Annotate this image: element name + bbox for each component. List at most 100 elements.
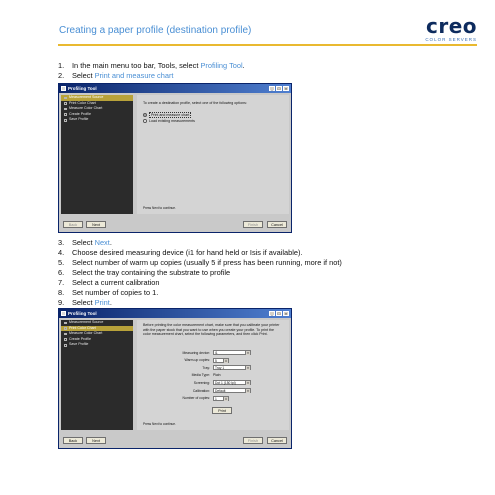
field-value: Dot 1 (150 lpi) [215,381,236,386]
step-ui-term: Profiling Tool [200,61,243,70]
press-next-hint: Press Next to continue. [143,206,176,210]
step-number: 5. [58,258,65,267]
chevron-down-icon[interactable]: ▾ [245,366,250,371]
steps-list-second: 3. Select Next. 4. Choose desired measuring… [58,238,342,308]
step-number: 7. [58,278,65,287]
finish-button[interactable]: Finish [243,437,263,444]
profiling-tool-window-print: Profiling Tool _ □ × Measurement Source P… [58,308,292,449]
field-value: 5 [215,358,217,363]
cancel-button[interactable]: Cancel [267,437,287,444]
window-controls: _ □ × [269,86,289,91]
field-value: 1 [215,396,217,401]
header-rule [58,44,477,46]
step-tail: . [109,298,112,307]
step-text: Select a current calibration [72,278,160,287]
field-row: Number of copies: 1 ⇕ [173,395,229,401]
step-number: 1. [58,61,65,70]
wizard-sidebar: Measurement Source Print Color Chart Measu… [61,320,133,430]
step-ui-term: Print [94,298,110,307]
close-icon[interactable]: × [283,311,289,316]
field-value: i1 [215,351,218,355]
logo-subtitle: COLOR SERVERS [425,37,477,42]
wizard-content: Before printing the color measurement ch… [137,320,289,430]
step-number: 2. [58,71,65,80]
page-title: Creating a paper profile (destination pr… [59,25,252,36]
step-item: 6. Select the tray containing the substra… [58,268,342,278]
window-titlebar: Profiling Tool _ □ × [59,84,291,93]
step-text: In the main menu too bar, Tools, select [72,61,201,70]
window-body: Measurement Source Print Color Chart Measu… [59,318,291,448]
window-title: Profiling Tool [68,86,97,91]
dropdown-select[interactable]: Default ▾ [213,388,251,393]
maximize-icon[interactable]: □ [276,311,282,316]
print-button[interactable]: Print [212,407,232,414]
press-next-hint: Press Next to continue. [143,422,176,426]
step-tail: . [109,238,112,247]
window-body: Measurement Source Print Color Chart Measu… [59,93,291,232]
dropdown-select[interactable]: i1 ▾ [213,350,251,355]
maximize-icon[interactable]: □ [276,86,282,91]
window-title: Profiling Tool [68,311,97,316]
step-text: Select [72,298,95,307]
sidebar-item[interactable]: Save Profile [61,342,133,348]
sidebar-item[interactable]: Save Profile [61,117,133,123]
intro-text: To create a destination profile, select … [143,101,247,105]
field-label: Warm-up copies: [184,358,211,363]
field-row: Warm-up copies: 5 ⇕ [173,357,229,363]
option-print-and-measure[interactable]: Print and measure chart [143,112,192,118]
wizard-sidebar: Measurement Source Print Color Chart Measu… [61,95,133,214]
field-value: Tray 1 [215,366,225,371]
app-icon [61,86,66,91]
field-label: Number of copies: [182,396,210,401]
spin-arrows-icon[interactable]: ⇕ [223,358,228,363]
step-text: Set number of copies to 1. [72,288,159,297]
radio-load-existing[interactable] [143,119,147,123]
field-value: Plain [213,372,221,377]
field-row: Measuring device: i1 ▾ [173,350,251,355]
spin-input[interactable]: 5 ⇕ [213,357,229,363]
step-number: 8. [58,288,65,297]
step-ui-term: Print and measure chart [94,71,174,80]
field-row: Calibration: Default ▾ [173,388,251,393]
field-label: Tray: [202,365,210,370]
steps-list-first: 1. In the main menu too bar, Tools, selec… [58,61,245,81]
next-button[interactable]: Next [86,221,106,228]
step-item: 3. Select Next. [58,238,342,248]
field-row: Screening: Dot 1 (150 lpi) ▾ [173,380,251,386]
step-text: Select the tray containing the substrate… [72,268,231,277]
close-icon[interactable]: × [283,86,289,91]
field-label: Calibration: [192,388,210,393]
step-text: Select number of warm up copies (usually… [72,258,342,267]
step-number: 3. [58,238,65,247]
step-item: 9. Select Print. [58,298,342,308]
spin-input[interactable]: 1 ⇕ [213,395,229,401]
chevron-down-icon[interactable]: ▾ [245,389,250,393]
app-icon [61,311,66,316]
dropdown-select[interactable]: Tray 1 ▾ [213,365,251,371]
next-button[interactable]: Next [86,437,106,444]
spin-arrows-icon[interactable]: ⇕ [223,396,228,401]
step-item: 4. Choose desired measuring device (i1 fo… [58,248,342,258]
field-row: Media Type: Plain [173,373,221,377]
step-number: 4. [58,248,65,257]
radio-print-and-measure[interactable] [143,113,147,117]
dropdown-select[interactable]: Dot 1 (150 lpi) ▾ [213,380,251,386]
finish-button[interactable]: Finish [243,221,263,228]
minimize-icon[interactable]: _ [269,86,275,91]
option-load-existing[interactable]: Load existing measurements [143,119,195,123]
field-label: Media Type: [191,372,210,377]
chevron-down-icon[interactable]: ▾ [245,351,250,355]
chevron-down-icon[interactable]: ▾ [245,381,250,386]
field-label: Measuring device: [182,350,210,355]
window-controls: _ □ × [269,311,289,316]
window-titlebar: Profiling Tool _ □ × [59,309,291,318]
step-text: Select [72,238,95,247]
logo-wordmark: creo [425,14,477,38]
cancel-button[interactable]: Cancel [267,221,287,228]
intro-text: Before printing the color measurement ch… [143,323,280,337]
minimize-icon[interactable]: _ [269,311,275,316]
step-tail: . [242,61,245,70]
field-label: Screening: [193,380,210,385]
back-button[interactable]: Back [63,221,83,228]
back-button[interactable]: Back [63,437,83,444]
